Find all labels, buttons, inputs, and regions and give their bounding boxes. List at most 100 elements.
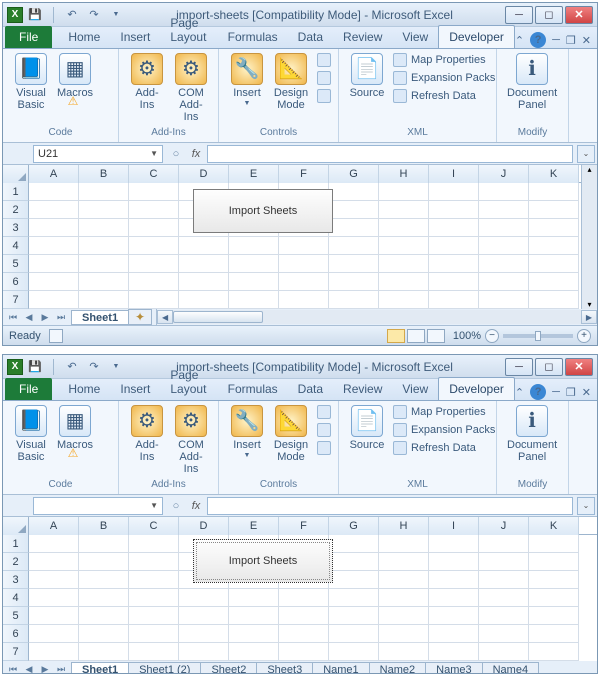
sheet-tab[interactable]: Sheet1 (2) (128, 662, 201, 674)
row-header[interactable]: 4 (3, 589, 29, 607)
cell[interactable] (379, 201, 429, 219)
tab-view[interactable]: View (392, 26, 438, 48)
sheet-tab[interactable]: Sheet3 (256, 662, 313, 674)
cell[interactable] (179, 625, 229, 643)
next-sheet-icon[interactable]: ▶ (37, 662, 53, 674)
tab-page-layout[interactable]: Page Layout (160, 364, 217, 400)
spreadsheet-grid[interactable]: A B C D E F G H I J K 1234567 Import She… (3, 165, 581, 309)
cell[interactable] (329, 255, 379, 273)
row-header[interactable]: 7 (3, 643, 29, 661)
cell[interactable] (529, 201, 579, 219)
cell[interactable] (529, 237, 579, 255)
cell[interactable] (129, 571, 179, 589)
cell[interactable] (79, 643, 129, 661)
cell[interactable] (429, 625, 479, 643)
cell[interactable] (79, 273, 129, 291)
sheet-tab[interactable]: Name4 (482, 662, 539, 674)
cell[interactable] (79, 535, 129, 553)
minimize-ribbon-icon[interactable]: ⌃ (515, 386, 524, 399)
cell[interactable] (29, 607, 79, 625)
row-header[interactable]: 1 (3, 535, 29, 553)
cell[interactable] (129, 535, 179, 553)
col-header[interactable]: G (329, 165, 379, 183)
row-header[interactable]: 6 (3, 625, 29, 643)
cell[interactable] (379, 273, 429, 291)
next-sheet-icon[interactable]: ▶ (37, 310, 53, 324)
page-layout-view-icon[interactable] (407, 329, 425, 343)
cell[interactable] (429, 643, 479, 661)
workbook-minimize-icon[interactable]: ─ (552, 34, 560, 46)
cell[interactable] (29, 273, 79, 291)
cell[interactable] (529, 219, 579, 237)
cell[interactable] (329, 201, 379, 219)
close-button[interactable]: ✕ (565, 6, 593, 24)
insert-control-button[interactable]: 🔧Insert▼ (225, 403, 269, 464)
cell[interactable] (529, 183, 579, 201)
tab-developer[interactable]: Developer (438, 377, 515, 400)
cell[interactable] (179, 643, 229, 661)
spreadsheet-grid[interactable]: A B C D E F G H I J K 1234567 Import She… (3, 517, 597, 661)
new-sheet-icon[interactable]: ✦ (128, 309, 152, 324)
cell[interactable] (429, 607, 479, 625)
cell[interactable] (29, 535, 79, 553)
cell[interactable] (279, 607, 329, 625)
cell[interactable] (479, 219, 529, 237)
undo-icon[interactable]: ↶ (64, 359, 80, 375)
cell[interactable] (329, 183, 379, 201)
cell[interactable] (529, 643, 579, 661)
cell[interactable] (279, 589, 329, 607)
cell[interactable] (29, 553, 79, 571)
cell[interactable] (429, 535, 479, 553)
cell[interactable] (529, 291, 579, 309)
macros-button[interactable]: ▦Macros⚠ (53, 51, 97, 113)
cell[interactable] (429, 183, 479, 201)
qat-dropdown-icon[interactable]: ▼ (108, 358, 124, 374)
cell[interactable] (479, 273, 529, 291)
cell[interactable] (129, 643, 179, 661)
workbook-minimize-icon[interactable]: ─ (552, 386, 560, 398)
cell[interactable] (29, 219, 79, 237)
cell[interactable] (529, 589, 579, 607)
cell[interactable] (29, 589, 79, 607)
col-header[interactable]: J (479, 165, 529, 183)
import-sheets-button[interactable]: Import Sheets (193, 539, 333, 583)
col-header[interactable]: A (29, 165, 79, 183)
tab-view[interactable]: View (392, 378, 438, 400)
cell[interactable] (379, 535, 429, 553)
cell[interactable] (129, 201, 179, 219)
row-header[interactable]: 7 (3, 291, 29, 309)
first-sheet-icon[interactable]: ⏮ (5, 310, 21, 324)
tab-page-layout[interactable]: Page Layout (160, 12, 217, 48)
tab-data[interactable]: Data (288, 378, 333, 400)
cell[interactable] (379, 237, 429, 255)
cell[interactable] (529, 607, 579, 625)
cell[interactable] (279, 643, 329, 661)
row-header[interactable]: 2 (3, 201, 29, 219)
scroll-down-icon[interactable]: ▾ (582, 300, 597, 309)
row-header[interactable]: 3 (3, 219, 29, 237)
scroll-up-icon[interactable]: ▴ (582, 165, 597, 174)
cell[interactable] (179, 255, 229, 273)
zoom-slider[interactable] (503, 334, 573, 338)
undo-icon[interactable]: ↶ (64, 7, 80, 23)
cell[interactable] (379, 571, 429, 589)
cell[interactable] (229, 589, 279, 607)
cell[interactable] (529, 535, 579, 553)
cell[interactable] (79, 589, 129, 607)
cell[interactable] (179, 291, 229, 309)
hscroll-thumb[interactable] (173, 311, 263, 323)
formula-bar[interactable] (207, 497, 573, 515)
source-button[interactable]: 📄Source (345, 51, 389, 101)
tab-home[interactable]: Home (58, 26, 110, 48)
row-header[interactable]: 3 (3, 571, 29, 589)
cell[interactable] (429, 589, 479, 607)
cell[interactable] (379, 255, 429, 273)
cell[interactable] (479, 553, 529, 571)
minimize-button[interactable]: ─ (505, 358, 533, 376)
cell[interactable] (129, 237, 179, 255)
cell[interactable] (329, 625, 379, 643)
cell[interactable] (29, 201, 79, 219)
com-addins-button[interactable]: ⚙COM Add-Ins (169, 51, 213, 125)
cell[interactable] (529, 625, 579, 643)
minimize-button[interactable]: ─ (505, 6, 533, 24)
